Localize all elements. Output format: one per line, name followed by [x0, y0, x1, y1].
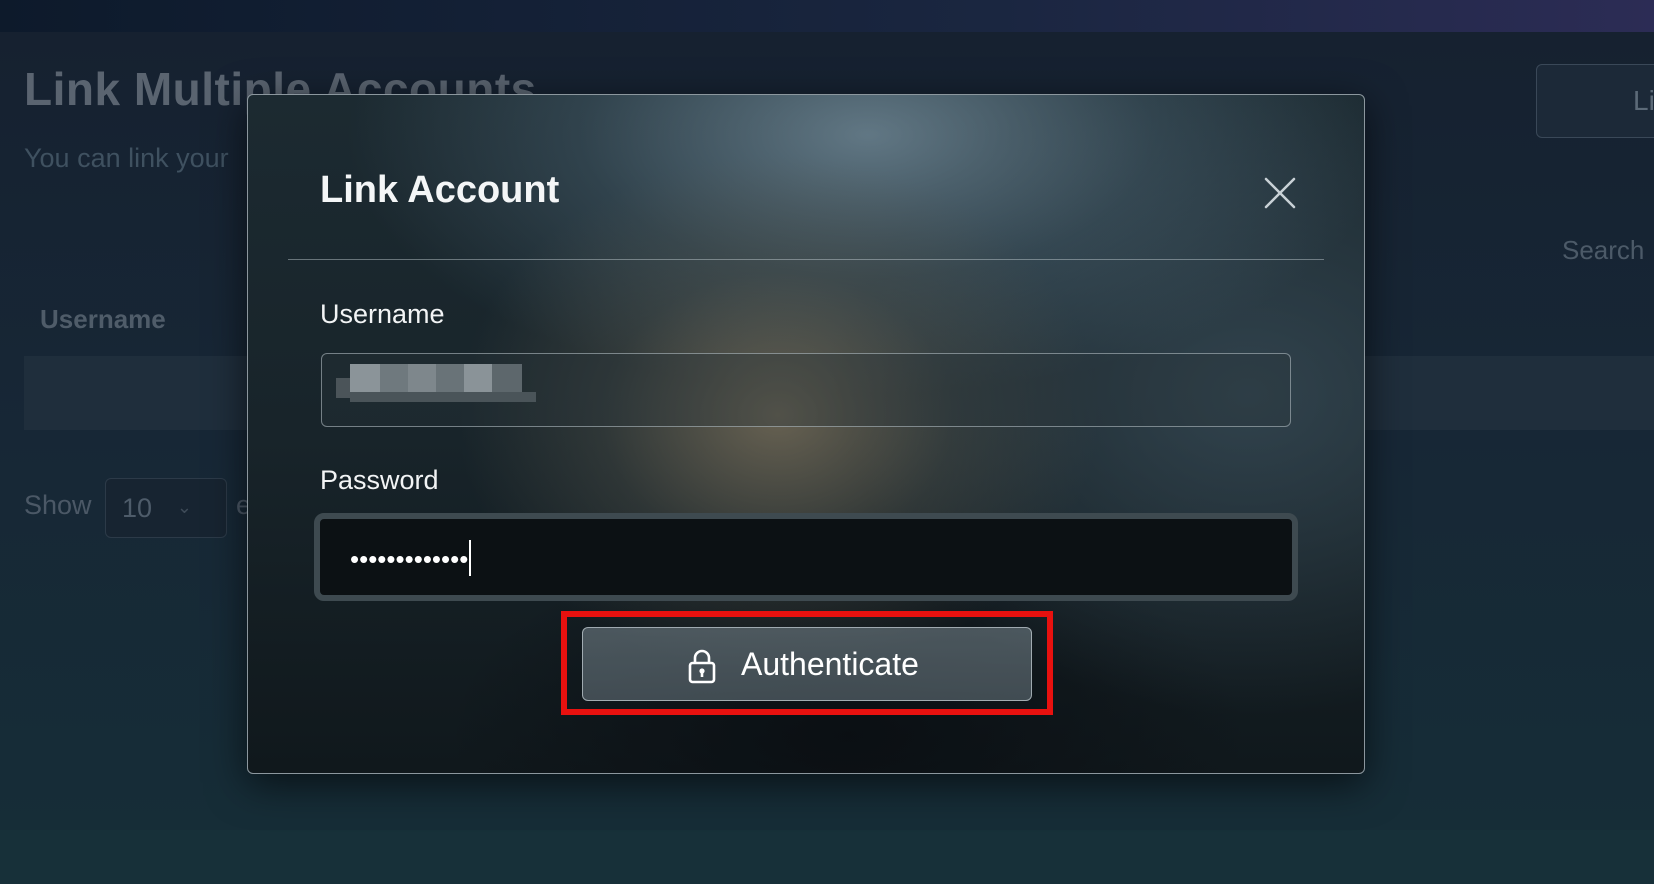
modal-title: Link Account — [320, 169, 560, 211]
entries-value: 10 — [122, 493, 153, 523]
link-account-modal: Link Account Username Password •••••••••… — [247, 94, 1365, 774]
password-label: Password — [320, 465, 439, 495]
username-label: Username — [320, 299, 445, 329]
lock-icon — [688, 649, 716, 684]
column-header-username: Username — [40, 304, 166, 334]
modal-divider — [288, 259, 1324, 260]
authenticate-button-label: Authenticate — [741, 646, 919, 682]
page-subtitle: You can link your — [24, 143, 229, 173]
text-caret — [469, 540, 472, 576]
authenticate-button[interactable]: Authenticate — [582, 627, 1032, 701]
top-bar — [0, 0, 1654, 32]
show-entries-label: Show — [24, 490, 92, 520]
bottom-bar — [0, 830, 1654, 884]
close-icon[interactable] — [1262, 175, 1298, 211]
password-field[interactable]: ••••••••••••• — [314, 513, 1298, 601]
password-value: ••••••••••••• — [350, 543, 469, 574]
redacted-username-value — [336, 364, 546, 402]
chevron-down-icon: ⌄ — [176, 497, 192, 517]
link-account-button[interactable]: Li — [1536, 64, 1654, 138]
search-label: Search — [1562, 235, 1645, 265]
username-field[interactable] — [321, 353, 1291, 427]
entries-per-page-select[interactable]: 10 ⌄ — [105, 478, 227, 538]
password-value-wrapper: ••••••••••••• — [350, 540, 472, 579]
